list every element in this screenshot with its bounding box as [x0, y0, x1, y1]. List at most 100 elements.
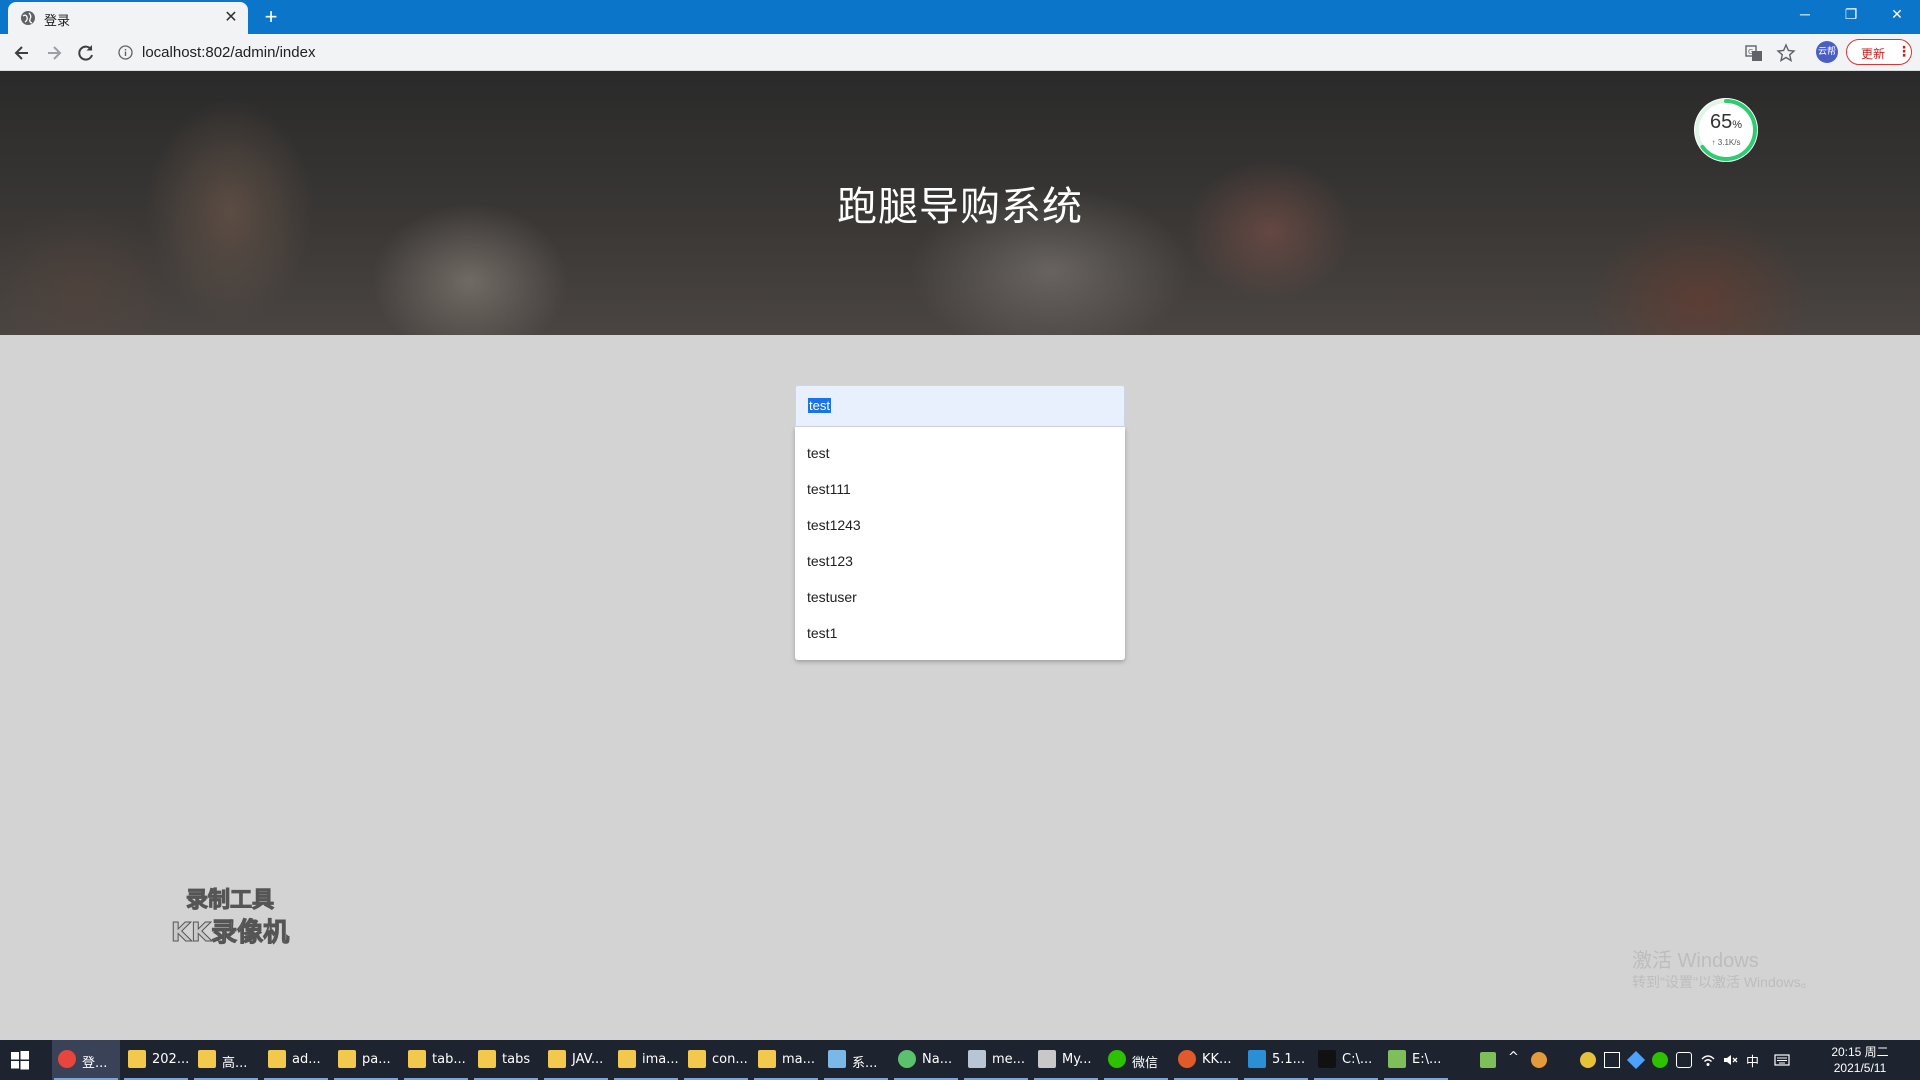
profile-avatar[interactable]: 云帮 — [1816, 41, 1838, 63]
tray-wechat-icon[interactable] — [1652, 1052, 1668, 1068]
bookmark-star-icon[interactable] — [1776, 43, 1796, 63]
taskbar-item-label: con... — [712, 1052, 748, 1067]
folder-icon — [128, 1050, 146, 1068]
taskbar-item-label: 微信 — [1132, 1056, 1159, 1071]
vscode-icon — [1248, 1050, 1266, 1068]
taskbar-item[interactable]: ma... — [752, 1040, 820, 1080]
taskbar-item[interactable]: 系... — [822, 1040, 890, 1080]
taskbar-item-label: ad... — [292, 1052, 321, 1067]
activate-windows-hint: 转到"设置"以激活 Windows。 — [1632, 974, 1815, 990]
taskbar-item[interactable]: tab... — [402, 1040, 470, 1080]
wifi-icon[interactable] — [1700, 1052, 1716, 1068]
tray-shield-icon[interactable] — [1580, 1052, 1596, 1068]
search-input[interactable]: test — [795, 385, 1125, 427]
folder-icon — [408, 1050, 426, 1068]
tray-cube-icon[interactable] — [1626, 1050, 1646, 1070]
gauge-percent-unit: % — [1732, 119, 1743, 131]
home-icon — [968, 1050, 986, 1068]
close-window-button[interactable]: ✕ — [1874, 0, 1920, 30]
autocomplete-option[interactable]: testuser — [807, 589, 857, 605]
taskbar-item-label: 5.1... — [1272, 1052, 1306, 1067]
taskbar-item[interactable]: E:\... — [1382, 1040, 1450, 1080]
tray-chevron-icon[interactable]: ^ — [1508, 1050, 1519, 1065]
ime-indicator[interactable]: 中 — [1746, 1051, 1759, 1070]
taskbar-item-label: ima... — [642, 1052, 679, 1067]
minimize-button[interactable]: ─ — [1782, 0, 1828, 30]
taskbar-item-label: C:\... — [1342, 1052, 1373, 1067]
gauge-percent-value: 65 — [1709, 111, 1733, 133]
volume-muted-icon[interactable] — [1722, 1052, 1738, 1068]
autocomplete-option[interactable]: test1243 — [807, 517, 861, 533]
autocomplete-option[interactable]: test111 — [807, 481, 851, 497]
forward-arrow-icon[interactable] — [43, 42, 65, 64]
kk-recorder-watermark: 录制工具 KK录像机 — [160, 882, 300, 949]
taskbar-item-label: 202... — [152, 1052, 190, 1067]
ship-icon — [828, 1050, 846, 1068]
update-label: 更新 — [1861, 47, 1886, 61]
feather-icon — [1038, 1050, 1056, 1068]
address-bar[interactable]: localhost:802/admin/index — [108, 39, 1754, 66]
kk-watermark-line2: KK录像机 — [170, 918, 290, 949]
tab-close-icon[interactable]: ✕ — [222, 9, 240, 27]
taskbar-item-label: My... — [1062, 1052, 1092, 1067]
network-speed-gauge[interactable]: 65% ↑ 3.1K/s — [1694, 98, 1758, 162]
autocomplete-option[interactable]: test123 — [807, 553, 853, 569]
taskbar-item[interactable]: My... — [1032, 1040, 1100, 1080]
update-button[interactable]: 更新 ⋮ — [1846, 39, 1912, 65]
gauge-percent: 65% — [1694, 111, 1758, 134]
back-arrow-icon[interactable] — [11, 42, 33, 64]
taskbar-item[interactable]: Na... — [892, 1040, 960, 1080]
tray-app-icon[interactable] — [1531, 1052, 1547, 1068]
autocomplete-option[interactable]: test — [807, 445, 830, 461]
taskbar-item[interactable]: 高... — [192, 1040, 260, 1080]
folder-icon — [618, 1050, 636, 1068]
folder-icon — [548, 1050, 566, 1068]
taskbar-item-label: KK... — [1202, 1052, 1232, 1067]
browser-tab-active[interactable]: 登录 ✕ — [8, 2, 248, 34]
clock-date: 2021/5/11 — [1833, 1061, 1887, 1075]
tray-display-icon[interactable] — [1604, 1052, 1620, 1068]
new-tab-button[interactable]: + — [258, 4, 284, 30]
url-text: localhost:802/admin/index — [142, 44, 316, 61]
taskbar-item[interactable]: con... — [682, 1040, 750, 1080]
reload-icon[interactable] — [75, 42, 97, 64]
tray-battery-status-icon[interactable] — [1676, 1052, 1692, 1068]
translate-icon[interactable]: G — [1744, 43, 1764, 63]
taskbar-item-label: me... — [992, 1052, 1026, 1067]
navicat-icon — [898, 1050, 916, 1068]
taskbar-item[interactable]: 微信 — [1102, 1040, 1170, 1080]
taskbar-item[interactable]: KK... — [1172, 1040, 1240, 1080]
taskbar-item[interactable]: tabs — [472, 1040, 540, 1080]
terminal-icon — [1318, 1050, 1336, 1068]
windows-start-icon[interactable] — [10, 1050, 30, 1070]
folder-icon — [478, 1050, 496, 1068]
chrome-icon — [58, 1050, 76, 1068]
hero-banner: 跑腿导购系统 — [0, 71, 1920, 335]
wechat-icon — [1108, 1050, 1126, 1068]
taskbar-item[interactable]: 5.1... — [1242, 1040, 1310, 1080]
keyboard-icon[interactable] — [1774, 1052, 1790, 1068]
svg-text:G: G — [1748, 48, 1753, 56]
taskbar-item[interactable]: C:\... — [1312, 1040, 1380, 1080]
menu-dots-icon[interactable]: ⋮ — [1897, 43, 1911, 60]
taskbar-item-label: JAV... — [572, 1052, 604, 1067]
kk-watermark-line1: 录制工具 — [185, 888, 274, 914]
taskbar-item-label: E:\... — [1412, 1052, 1442, 1067]
taskbar-item[interactable]: JAV... — [542, 1040, 610, 1080]
site-info-icon[interactable] — [118, 45, 133, 60]
taskbar-item[interactable]: 202... — [122, 1040, 190, 1080]
taskbar-item[interactable]: ima... — [612, 1040, 680, 1080]
battery-icon[interactable] — [1480, 1052, 1496, 1068]
taskbar-item[interactable]: ad... — [262, 1040, 330, 1080]
taskbar-item[interactable]: pa... — [332, 1040, 400, 1080]
activate-windows-title: 激活 Windows — [1632, 950, 1759, 972]
search-input-value: test — [808, 398, 831, 413]
taskbar-item[interactable]: 登... — [52, 1040, 120, 1080]
folder-icon — [198, 1050, 216, 1068]
restore-button[interactable]: ❐ — [1828, 0, 1874, 30]
autocomplete-option[interactable]: test1 — [807, 625, 837, 641]
taskbar-item-label: tab... — [432, 1052, 466, 1067]
taskbar-item-label: tabs — [502, 1052, 531, 1067]
system-clock[interactable]: 20:15 周二 2021/5/11 — [1818, 1044, 1902, 1076]
taskbar-item[interactable]: me... — [962, 1040, 1030, 1080]
